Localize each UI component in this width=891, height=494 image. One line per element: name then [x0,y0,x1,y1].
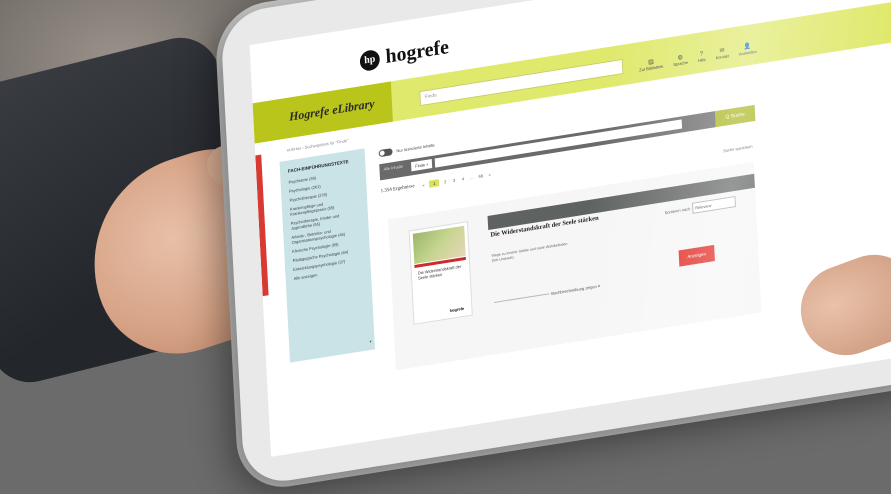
page-next[interactable]: » [487,172,493,178]
page-item[interactable]: 68 [478,173,484,179]
search-term-chip[interactable]: Finde × [411,158,433,172]
results-count: 1.354 Ergebnisse [380,184,415,195]
page-prev[interactable]: « [420,182,426,188]
chevron-down-icon[interactable]: ▾ [369,339,371,344]
licensed-toggle-row: Nur lizenzierte Inhalte [378,141,435,158]
breadcrumb[interactable]: eLibrary › Suchergebnis für "Finde" [287,138,349,153]
accent-bar [255,154,269,297]
brand[interactable]: hp hogrefe [359,36,449,73]
book-cover[interactable]: Die Widerstandskraft der Seele stärken h… [408,221,473,325]
search-input[interactable] [434,119,683,168]
page-item[interactable]: 2 [442,179,448,185]
sidebar: FACH-EINFÜHRUNGSTEXTE Psychiatrie (39) P… [279,148,375,363]
pagination: « 1 2 3 4 … 68 » [420,171,492,189]
save-search-link[interactable]: Suche speichern [723,144,753,154]
page-ellipsis: … [469,174,475,181]
top-action-language[interactable]: ◍ Sprache [673,53,688,67]
tablet-screen: hp hogrefe Hogrefe eLibrary Finde ▤ Zur … [249,0,891,457]
search-button[interactable]: Q Suche [715,104,756,128]
cover-logo: hogrefe [449,305,465,314]
brand-name: hogrefe [384,35,450,69]
page-item[interactable]: 3 [451,177,457,183]
licensed-toggle[interactable] [378,148,393,158]
top-action-help[interactable]: ? Hilfe [697,51,706,63]
tablet: hp hogrefe Hogrefe eLibrary Finde ▤ Zur … [220,0,891,488]
page-item-current[interactable]: 1 [429,179,440,188]
page-item[interactable]: 4 [460,176,466,182]
toggle-label: Nur lizenzierte Inhalte [396,142,435,154]
search-scope-tab[interactable]: Alle Inhalte [383,164,403,172]
hogrefe-logo-icon: hp [359,48,381,72]
top-action-contact[interactable]: ✉ Kontakt [715,46,730,60]
